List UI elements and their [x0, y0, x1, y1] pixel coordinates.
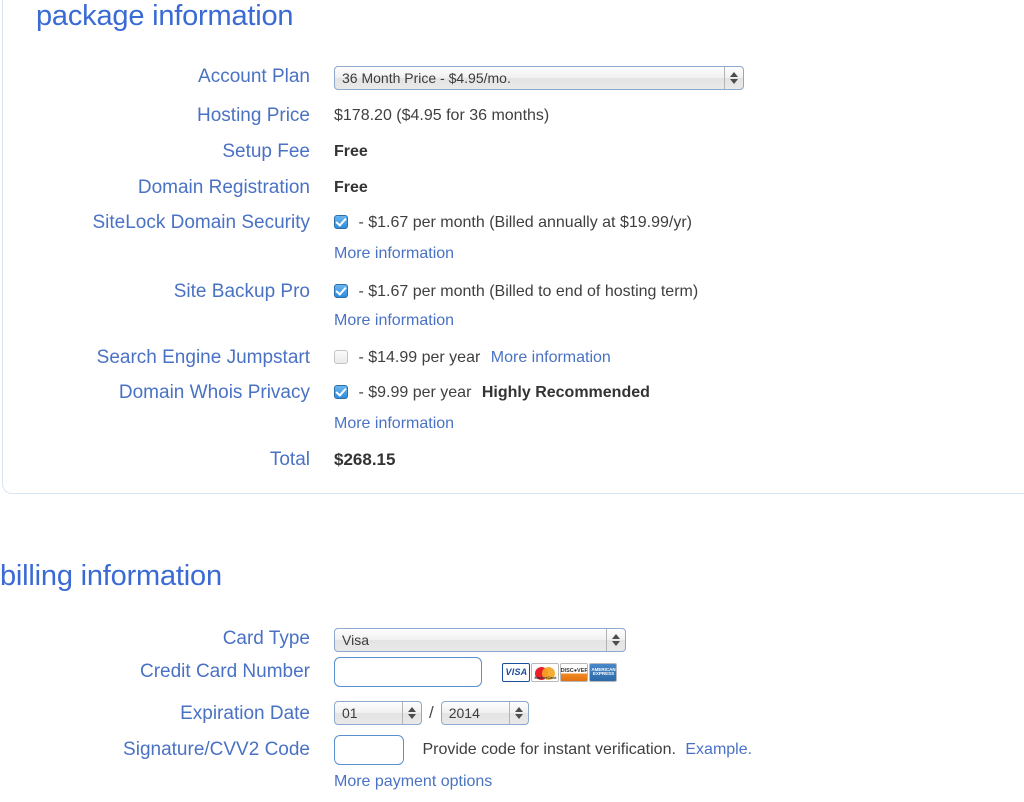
- row-signature-cvv2-code: Signature/CVV2 Code Provide code for ins…: [0, 735, 1024, 765]
- label-site-backup-pro: Site Backup Pro: [173, 281, 310, 302]
- label-account-plan: Account Plan: [198, 66, 310, 87]
- value-domain-whois-privacy: - $9.99 per year: [358, 384, 472, 401]
- value-domain-registration: Free: [334, 179, 368, 196]
- expiration-separator: /: [429, 703, 434, 722]
- row-total: Total $268.15: [0, 449, 1024, 471]
- package-information-heading: package information: [36, 0, 294, 32]
- select-expiration-month[interactable]: 01: [334, 701, 422, 725]
- american-express-icon: AMERICAN EXPRESS: [589, 662, 618, 682]
- row-credit-card-number: Credit Card Number VISA MasterCard DISC●…: [0, 657, 1024, 687]
- chevron-updown-icon[interactable]: [606, 629, 625, 651]
- label-credit-card-number: Credit Card Number: [140, 661, 310, 682]
- label-signature-cvv2-code: Signature/CVV2 Code: [123, 739, 310, 760]
- link-more-information-search-engine-jumpstart[interactable]: More information: [491, 349, 611, 366]
- credit-card-number-input[interactable]: [334, 657, 482, 687]
- label-total: Total: [269, 449, 310, 470]
- cvv-input[interactable]: [334, 735, 404, 765]
- checkbox-domain-whois-privacy[interactable]: [334, 385, 348, 399]
- cvv-note: Provide code for instant verification.: [422, 741, 676, 758]
- mastercard-icon: MasterCard: [531, 662, 560, 682]
- discover-icon: DISC●VER: [560, 662, 589, 682]
- select-expiration-year-value: 2014: [448, 705, 480, 721]
- select-account-plan[interactable]: 36 Month Price - $4.95/mo.: [334, 66, 744, 90]
- value-setup-fee: Free: [334, 143, 368, 160]
- row-account-plan: Account Plan 36 Month Price - $4.95/mo.: [0, 66, 1024, 90]
- label-domain-whois-privacy: Domain Whois Privacy: [118, 382, 310, 403]
- label-expiration-date: Expiration Date: [180, 703, 310, 724]
- link-more-information-sitelock[interactable]: More information: [334, 245, 454, 262]
- label-hosting-price: Hosting Price: [197, 105, 310, 126]
- row-hosting-price: Hosting Price $178.20 ($4.95 for 36 mont…: [0, 105, 1024, 127]
- link-more-information-domain-whois-privacy[interactable]: More information: [334, 415, 454, 432]
- select-account-plan-value: 36 Month Price - $4.95/mo.: [342, 70, 511, 86]
- value-site-backup-pro: - $1.67 per month (Billed to end of host…: [358, 283, 699, 300]
- label-domain-registration: Domain Registration: [137, 177, 310, 198]
- label-setup-fee: Setup Fee: [222, 141, 310, 162]
- value-sitelock-domain-security: - $1.67 per month (Billed annually at $1…: [358, 214, 692, 231]
- chevron-updown-icon[interactable]: [402, 702, 421, 724]
- row-domain-registration: Domain Registration Free: [0, 177, 1024, 199]
- select-card-type-value: Visa: [342, 632, 369, 648]
- row-expiration-date: Expiration Date 01 / 2014: [0, 701, 1024, 727]
- row-search-engine-jumpstart: Search Engine Jumpstart - $14.99 per yea…: [0, 347, 1024, 369]
- value-search-engine-jumpstart: - $14.99 per year: [358, 349, 481, 366]
- chevron-updown-icon[interactable]: [724, 67, 743, 89]
- label-search-engine-jumpstart: Search Engine Jumpstart: [96, 347, 310, 368]
- emphasis-highly-recommended: Highly Recommended: [481, 384, 650, 401]
- billing-information-heading: billing information: [0, 560, 222, 592]
- checkbox-search-engine-jumpstart[interactable]: [334, 350, 348, 364]
- value-total: $268.15: [334, 450, 396, 469]
- select-expiration-year[interactable]: 2014: [440, 701, 529, 725]
- chevron-updown-icon[interactable]: [508, 702, 528, 724]
- checkout-page: package information Account Plan 36 Mont…: [0, 0, 1024, 802]
- visa-icon: VISA: [502, 662, 531, 682]
- label-sitelock-domain-security: SiteLock Domain Security: [92, 212, 310, 233]
- row-setup-fee: Setup Fee Free: [0, 141, 1024, 163]
- row-site-backup-pro: Site Backup Pro - $1.67 per month (Bille…: [0, 281, 1024, 303]
- link-cvv-example[interactable]: Example.: [685, 741, 752, 758]
- link-more-payment-options[interactable]: More payment options: [334, 773, 492, 790]
- select-expiration-month-value: 01: [342, 705, 358, 721]
- row-card-type: Card Type Visa: [0, 628, 1024, 652]
- accepted-card-logos: VISA MasterCard DISC●VER AMERICAN EXPRESS: [502, 662, 618, 682]
- select-card-type[interactable]: Visa: [334, 628, 626, 652]
- link-more-information-site-backup-pro[interactable]: More information: [334, 312, 454, 329]
- label-card-type: Card Type: [222, 628, 310, 649]
- row-domain-whois-privacy: Domain Whois Privacy - $9.99 per year Hi…: [0, 382, 1024, 404]
- row-sitelock-domain-security: SiteLock Domain Security - $1.67 per mon…: [0, 212, 1024, 234]
- checkbox-site-backup-pro[interactable]: [334, 284, 348, 298]
- checkbox-sitelock-domain-security[interactable]: [334, 215, 348, 229]
- value-hosting-price: $178.20 ($4.95 for 36 months): [334, 107, 550, 124]
